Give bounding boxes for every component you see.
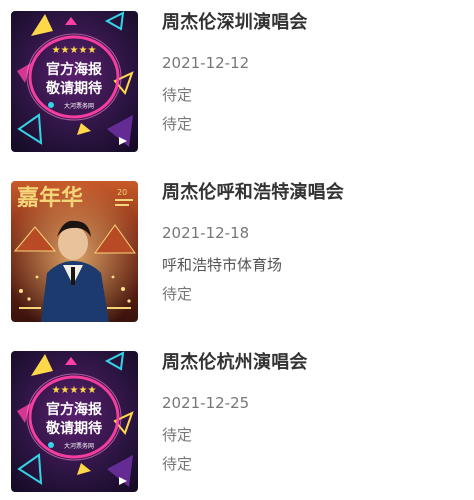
poster-brand: 大河票务网 <box>64 102 94 110</box>
event-card[interactable]: 嘉年华 20 周杰伦呼和浩特演唱会 2021-12-18 呼和浩特市体育场 待定 <box>0 170 474 330</box>
event-date: 2021-12-18 <box>162 224 250 242</box>
poster-placeholder-graphic: ★★★★★ 官方海报 敬请期待 大河票务网 <box>11 351 138 492</box>
poster-line2: 敬请期待 <box>45 420 102 437</box>
svg-text:★★★★★: ★★★★★ <box>52 385 97 396</box>
poster-headline: 嘉年华 <box>17 185 83 211</box>
event-venue: 待定 <box>162 86 193 104</box>
poster-line1: 官方海报 <box>46 61 102 78</box>
poster-brand: 大河票务网 <box>64 442 94 450</box>
event-price: 待定 <box>162 285 193 303</box>
event-list: ★★★★★ 官方海报 敬请期待 大河票务网 周杰伦深圳演唱会 2021-12-1… <box>0 0 474 500</box>
event-title[interactable]: 周杰伦深圳演唱会 <box>162 8 308 34</box>
poster-line1: 官方海报 <box>46 401 102 418</box>
event-price: 待定 <box>162 115 193 133</box>
event-card[interactable]: ★★★★★ 官方海报 敬请期待 大河票务网 周杰伦杭州演唱会 2021-12-2… <box>0 340 474 500</box>
svg-text:20: 20 <box>117 188 127 197</box>
event-card[interactable]: ★★★★★ 官方海报 敬请期待 大河票务网 周杰伦深圳演唱会 2021-12-1… <box>0 0 474 160</box>
event-date: 2021-12-25 <box>162 394 250 412</box>
event-venue: 待定 <box>162 426 193 444</box>
event-poster[interactable]: ★★★★★ 官方海报 敬请期待 大河票务网 <box>11 11 138 152</box>
event-title[interactable]: 周杰伦杭州演唱会 <box>162 348 308 374</box>
event-poster[interactable]: ★★★★★ 官方海报 敬请期待 大河票务网 <box>11 351 138 492</box>
event-price: 待定 <box>162 455 193 473</box>
svg-text:★★★★★: ★★★★★ <box>52 45 97 56</box>
poster-placeholder-graphic: ★★★★★ 官方海报 敬请期待 大河票务网 <box>11 11 138 152</box>
poster-line2: 敬请期待 <box>45 80 102 97</box>
event-date: 2021-12-12 <box>162 54 250 72</box>
artist-photo-graphic: 嘉年华 20 <box>11 181 138 322</box>
event-title[interactable]: 周杰伦呼和浩特演唱会 <box>162 178 344 204</box>
event-poster[interactable]: 嘉年华 20 <box>11 181 138 322</box>
event-venue: 呼和浩特市体育场 <box>162 256 283 274</box>
